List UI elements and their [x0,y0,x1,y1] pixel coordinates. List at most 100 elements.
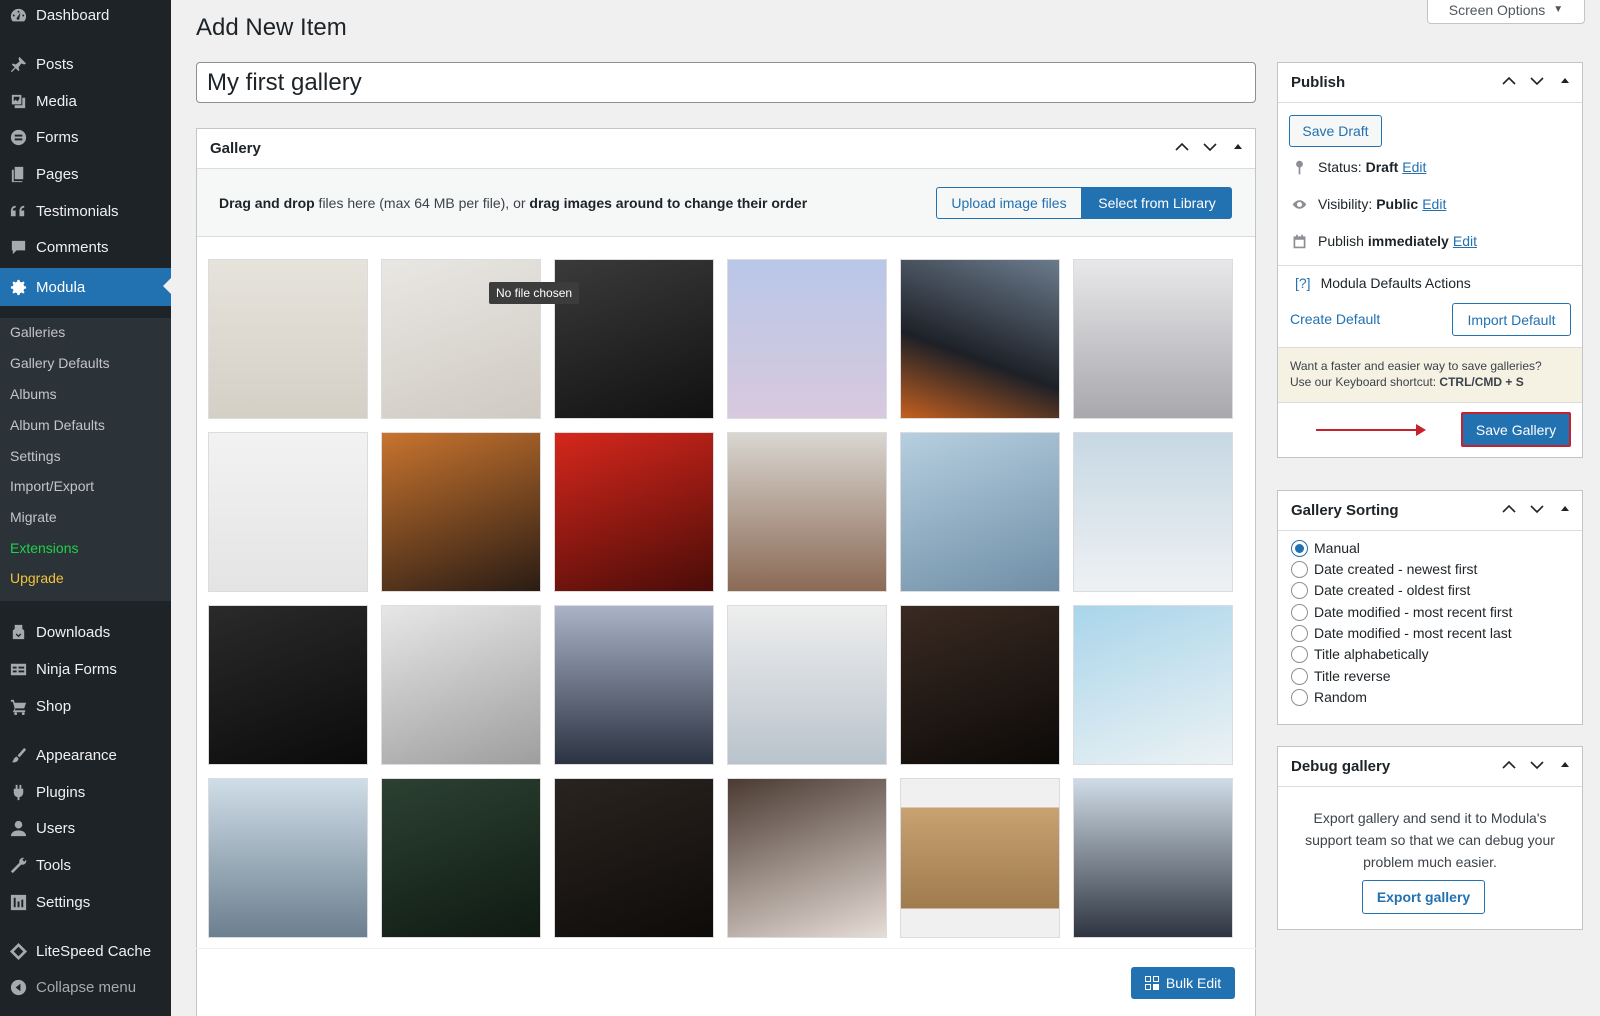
chevron-up-icon[interactable] [1500,73,1518,92]
sidebar-item-testimonials[interactable]: Testimonials [0,193,171,229]
radio-button[interactable] [1291,624,1308,642]
collapse-toggle-icon[interactable] [1556,757,1574,776]
radio-button[interactable] [1291,560,1308,578]
chevron-up-icon[interactable] [1500,757,1518,776]
chevron-up-icon[interactable] [1173,139,1191,158]
sort-option[interactable]: Date created - newest first [1291,559,1477,579]
gallery-image-thumbnail[interactable] [727,778,887,938]
radio-button[interactable] [1291,645,1308,663]
gallery-image-thumbnail[interactable] [727,432,887,592]
sort-option[interactable]: Date modified - most recent last [1291,623,1512,643]
gallery-image-thumbnail[interactable] [208,605,368,765]
sidebar-item-downloads[interactable]: Downloads [0,614,171,650]
gallery-image-thumbnail[interactable] [1073,605,1233,765]
sort-option[interactable]: Date created - oldest first [1291,580,1470,600]
import-default-button[interactable]: Import Default [1452,303,1571,336]
sidebar-item-posts[interactable]: Posts [0,46,171,82]
screen-options-button[interactable]: Screen Options ▼ [1427,0,1585,24]
gallery-image-thumbnail[interactable] [1073,432,1233,592]
sort-option[interactable]: Title reverse [1291,666,1391,686]
gallery-image-thumbnail[interactable] [554,605,714,765]
collapse-toggle-icon[interactable] [1556,73,1574,92]
create-default-link[interactable]: Create Default [1290,311,1380,327]
gallery-image-thumbnail[interactable] [900,605,1060,765]
sort-option[interactable]: Manual [1291,538,1360,558]
edit-publish-time-link[interactable]: Edit [1453,233,1477,249]
radio-button[interactable] [1291,688,1308,706]
gallery-image-thumbnail[interactable] [900,778,1060,938]
gallery-image-thumbnail[interactable] [1073,778,1233,938]
gallery-image-thumbnail[interactable] [208,778,368,938]
submenu-import-export[interactable]: Import/Export [10,476,94,496]
select-from-library-button[interactable]: Select from Library [1082,187,1232,219]
chevron-up-icon[interactable] [1500,501,1518,520]
radio-button[interactable] [1291,539,1308,557]
publish-metabox-title: Publish [1291,74,1346,91]
submenu-gallery-defaults[interactable]: Gallery Defaults [10,353,110,373]
export-gallery-button[interactable]: Export gallery [1362,880,1485,914]
sorting-metabox-title: Gallery Sorting [1291,502,1399,519]
submenu-album-defaults[interactable]: Album Defaults [10,415,105,435]
sidebar-item-forms[interactable]: Forms [0,119,171,155]
gallery-image-thumbnail[interactable] [727,605,887,765]
bulk-edit-button[interactable]: Bulk Edit [1131,967,1235,999]
save-gallery-button[interactable]: Save Gallery [1461,412,1571,447]
sidebar-item-plugins[interactable]: Plugins [0,774,171,810]
sidebar-item-litespeed-cache[interactable]: LiteSpeed Cache [0,933,171,969]
sidebar-item-ninja-forms[interactable]: Ninja Forms [0,651,171,687]
sort-option[interactable]: Title alphabetically [1291,644,1429,664]
thumbnail-image [1074,260,1232,418]
submenu-extensions[interactable]: Extensions [10,538,78,558]
radio-button[interactable] [1291,581,1308,599]
gallery-image-thumbnail[interactable] [554,432,714,592]
sidebar-item-appearance[interactable]: Appearance [0,737,171,773]
collapse-menu-button[interactable]: Collapse menu [0,969,171,1005]
collapse-toggle-icon[interactable] [1556,501,1574,520]
sidebar-item-shop[interactable]: Shop [0,688,171,724]
sort-option[interactable]: Random [1291,687,1367,707]
gallery-image-thumbnail[interactable] [554,778,714,938]
submenu-upgrade[interactable]: Upgrade [10,568,64,588]
gallery-image-thumbnail[interactable] [900,432,1060,592]
gallery-image-thumbnail[interactable] [381,778,541,938]
sort-option[interactable]: Date modified - most recent first [1291,602,1512,622]
sidebar-item-pages[interactable]: Pages [0,156,171,192]
edit-status-link[interactable]: Edit [1402,159,1426,175]
gallery-image-thumbnail[interactable] [900,259,1060,419]
post-title-input[interactable]: My first gallery [196,62,1256,103]
collapse-toggle-icon[interactable] [1229,139,1247,158]
help-link[interactable]: [?] [1295,275,1311,291]
gallery-image-thumbnail[interactable] [381,605,541,765]
upload-image-files-button[interactable]: Upload image files [936,187,1082,219]
sidebar-item-tools[interactable]: Tools [0,847,171,883]
pages-icon [7,163,29,185]
sorting-metabox-header: Gallery Sorting [1278,491,1582,531]
submenu-albums[interactable]: Albums [10,384,57,404]
sidebar-item-settings[interactable]: Settings [0,884,171,920]
edit-visibility-link[interactable]: Edit [1422,196,1446,212]
sidebar-item-users[interactable]: Users [0,810,171,846]
sidebar-item-dashboard[interactable]: Dashboard [0,0,171,33]
radio-button[interactable] [1291,603,1308,621]
chevron-down-icon[interactable] [1528,501,1546,520]
submenu-migrate[interactable]: Migrate [10,507,57,527]
gallery-image-thumbnail[interactable] [1073,259,1233,419]
gallery-image-thumbnail[interactable] [381,432,541,592]
chevron-down-icon[interactable] [1528,73,1546,92]
sidebar-item-comments[interactable]: Comments [0,229,171,265]
sidebar-item-modula[interactable]: Modula [0,268,171,306]
submenu-galleries[interactable]: Galleries [10,322,65,342]
save-draft-button[interactable]: Save Draft [1289,115,1382,147]
publish-time-label: Publish [1318,233,1364,249]
gallery-image-thumbnail[interactable] [208,432,368,592]
chevron-down-icon[interactable] [1201,139,1219,158]
gallery-image-thumbnail[interactable] [208,259,368,419]
chevron-down-icon[interactable] [1528,757,1546,776]
radio-button[interactable] [1291,667,1308,685]
gallery-image-thumbnail[interactable] [727,259,887,419]
sidebar-item-media[interactable]: Media [0,83,171,119]
sidebar-item-label: Pages [36,165,79,183]
comment-icon [7,236,29,258]
submenu-settings[interactable]: Settings [10,446,61,466]
drop-instructions-bold: Drag and drop [219,195,315,211]
